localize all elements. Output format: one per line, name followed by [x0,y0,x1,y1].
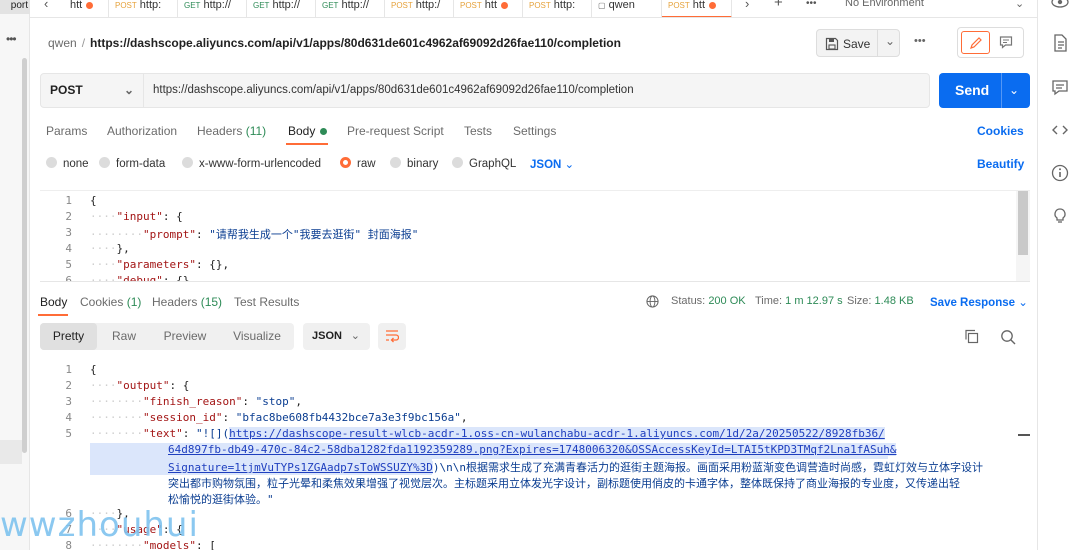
beautify-link[interactable]: Beautify [977,157,1024,171]
postman-window: port ••• ‹ htt POST http: GET http:// GET h… [0,0,1080,550]
edit-mode-button[interactable] [961,31,990,54]
view-visualize[interactable]: Visualize [222,323,292,350]
request-tab-active[interactable]: POST htt [662,0,732,17]
body-indicator-dot [320,128,328,136]
tab-authorization[interactable]: Authorization [107,124,177,138]
image-url-link-cont[interactable]: 64d897fb-db49-470c-84c2-58dba1282fda1192… [168,443,897,456]
info-icon[interactable] [1050,163,1070,183]
sidebar-selected-item[interactable] [0,440,22,464]
save-response-button[interactable]: Save Response ⌄ [930,295,1028,309]
new-tab-plus-icon[interactable]: + [774,0,783,11]
breadcrumb: qwen / https://dashscope.aliyuncs.com/api/… [48,36,621,50]
unsaved-dot-icon [501,1,509,9]
right-sidebar [1037,0,1080,550]
url-input[interactable]: https://dashscope.aliyuncs.com/api/v1/ap… [153,74,634,107]
request-tab[interactable]: POST http: [523,0,592,17]
request-tab[interactable]: ▢ qwen [592,0,662,17]
tab-prerequest-script[interactable]: Pre-request Script [347,124,444,138]
chevron-right-icon[interactable]: › [745,0,749,11]
chevron-down-icon: ⌄ [1015,0,1025,10]
response-tab-cookies[interactable]: Cookies (1) [80,295,141,309]
wrap-lines-icon [386,330,399,343]
copy-icon[interactable] [964,329,979,344]
view-preview[interactable]: Preview [152,323,218,350]
response-tab-test-results[interactable]: Test Results [234,295,299,309]
chevron-down-icon: ⌄ [564,159,575,171]
cookies-link[interactable]: Cookies [977,124,1024,138]
watermark: wwzhouhui [0,505,199,545]
request-url-bar: POST ⌄ https://dashscope.aliyuncs.com/api… [40,73,930,108]
environment-select[interactable]: No Environment ⌄ [845,0,1035,11]
request-tab[interactable]: GET http:// [247,0,316,17]
request-tab[interactable]: POST http:/ [385,0,454,17]
unsaved-dot-icon [709,1,717,9]
request-body-editor[interactable]: 1 2 3 4 5 6 { ····"input": { ········"pr… [40,190,1030,282]
unsaved-dot-icon [86,1,94,9]
active-response-tab-underline [38,314,68,316]
request-tab[interactable]: GET http:// [178,0,247,17]
save-icon [825,37,839,51]
chevron-down-icon: ⌄ [350,330,360,342]
response-tab-headers[interactable]: Headers (15) [152,295,222,309]
send-button[interactable]: Send ⌄ [939,73,1030,108]
request-tab[interactable]: htt [64,0,109,17]
scroll-marker [1018,434,1030,436]
save-button[interactable]: Save ⌄ [816,29,900,57]
view-raw[interactable]: Raw [100,323,148,350]
chevron-down-icon: ⌄ [1018,297,1028,309]
eye-icon[interactable] [1050,0,1070,12]
view-toggle [957,27,1024,58]
response-time[interactable]: Time: 1 m 12.97 s [755,295,843,307]
response-view-modes: Pretty Raw Preview Visualize [40,323,294,350]
pencil-icon [970,37,982,49]
more-options-icon[interactable]: ••• [6,32,17,46]
left-sidebar: port ••• [0,0,30,550]
tab-body[interactable]: Body [288,124,328,138]
document-icon: ▢ [598,1,606,10]
response-status[interactable]: Status: 200 OK [671,295,746,307]
tab-headers[interactable]: Headers (11) [197,124,266,138]
response-tab-body[interactable]: Body [40,295,67,309]
breadcrumb-workspace[interactable]: qwen [48,36,77,50]
tab-tests[interactable]: Tests [464,124,492,138]
tab-bar: ‹ htt POST http: GET http:// GET http:// GE… [30,0,1037,18]
image-url-link[interactable]: https://dashscope-result-wlcb-acdr-1.oss… [229,427,885,440]
import-button[interactable]: port [0,0,30,14]
active-tab-underline [286,143,328,145]
request-tab[interactable]: POST htt [454,0,523,17]
editor-scrollbar[interactable] [1016,191,1030,281]
tab-settings[interactable]: Settings [513,124,556,138]
view-pretty[interactable]: Pretty [40,323,97,350]
chevron-down-icon: ⌄ [123,83,134,97]
wrap-lines-button[interactable] [378,323,406,350]
comment-mode-icon[interactable] [999,35,1013,49]
search-icon[interactable] [1000,329,1016,345]
globe-icon[interactable] [646,295,659,308]
request-tab[interactable]: POST http: [109,0,178,17]
radio-form-data[interactable]: form-data [99,157,165,170]
tab-params[interactable]: Params [46,124,87,138]
radio-raw[interactable]: raw [340,157,376,170]
send-chevron-down-icon[interactable]: ⌄ [1009,73,1019,108]
radio-graphql[interactable]: GraphQL [452,157,516,170]
sidebar-scrollbar[interactable] [22,58,27,453]
documentation-icon[interactable] [1050,33,1070,53]
response-format-select[interactable]: JSON ⌄ [303,323,370,350]
response-size[interactable]: Size: 1.48 KB [847,295,914,307]
radio-urlencoded[interactable]: x-www-form-urlencoded [182,157,321,170]
save-chevron-down-icon[interactable]: ⌄ [885,34,895,48]
request-tab[interactable]: GET http:// [316,0,385,17]
body-format-select[interactable]: JSON ⌄ [530,157,574,171]
request-name[interactable]: https://dashscope.aliyuncs.com/api/v1/ap… [90,36,621,50]
code-icon[interactable] [1050,120,1070,140]
comments-icon[interactable] [1050,77,1070,97]
http-method-select[interactable]: POST ⌄ [41,74,144,107]
image-url-link-cont[interactable]: Signature=1tjmVuTYPs1ZGAadp7sToWSSUZY%3D [168,461,433,474]
tab-options-icon[interactable]: ••• [806,0,817,9]
more-actions-icon[interactable]: ••• [914,35,926,47]
radio-none[interactable]: none [46,157,89,170]
radio-binary[interactable]: binary [390,157,438,170]
lightbulb-icon[interactable] [1050,206,1070,226]
chevron-left-icon[interactable]: ‹ [44,0,48,11]
